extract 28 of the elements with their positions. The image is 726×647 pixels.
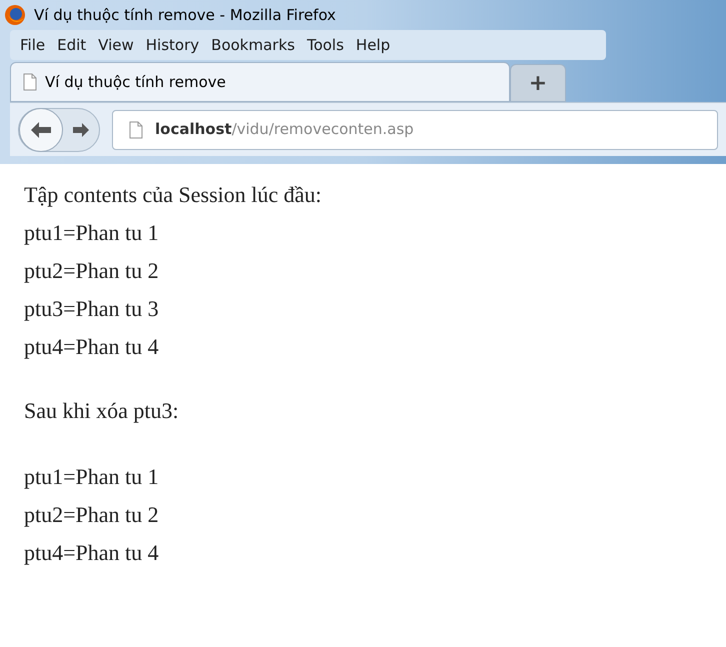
address-bar[interactable]: localhost/vidu/removeconten.asp bbox=[112, 110, 718, 150]
content-line: ptu1=Phan tu 1 bbox=[24, 219, 160, 247]
content-line: ptu4=Phan tu 4 bbox=[24, 539, 160, 567]
back-arrow-icon bbox=[30, 120, 52, 138]
new-tab-button[interactable]: + bbox=[510, 64, 566, 102]
back-button[interactable] bbox=[19, 108, 63, 152]
menu-item[interactable]: Edit bbox=[51, 34, 92, 56]
browser-tab[interactable]: Ví dụ thuộc tính remove bbox=[10, 62, 510, 102]
page-icon bbox=[129, 120, 143, 138]
menu-item[interactable]: History bbox=[140, 34, 206, 56]
tab-title: Ví dụ thuộc tính remove bbox=[45, 72, 226, 93]
content-line: ptu3=Phan tu 3 bbox=[24, 295, 160, 323]
content-line: ptu4=Phan tu 4 bbox=[24, 333, 160, 361]
content-line: ptu2=Phan tu 2 bbox=[24, 501, 160, 529]
window-title: Ví dụ thuộc tính remove - Mozilla Firefox bbox=[34, 4, 336, 26]
menu-item[interactable]: File bbox=[14, 34, 52, 56]
url-text: localhost/vidu/removeconten.asp bbox=[155, 119, 414, 140]
content-line: ptu2=Phan tu 2 bbox=[24, 257, 160, 285]
page-icon bbox=[23, 73, 37, 91]
section-heading: Sau khi xóa ptu3: bbox=[24, 397, 180, 425]
menu-item[interactable]: View bbox=[92, 34, 140, 56]
forward-arrow-icon bbox=[72, 122, 90, 138]
menu-item[interactable]: Help bbox=[350, 34, 396, 56]
menu-item[interactable]: Tools bbox=[300, 34, 350, 56]
menu-item[interactable]: Bookmarks bbox=[205, 34, 301, 56]
browser-logo-icon bbox=[4, 4, 26, 26]
section-heading: Tập contents của Session lúc đầu: bbox=[24, 181, 323, 209]
content-line: ptu1=Phan tu 1 bbox=[24, 463, 160, 491]
